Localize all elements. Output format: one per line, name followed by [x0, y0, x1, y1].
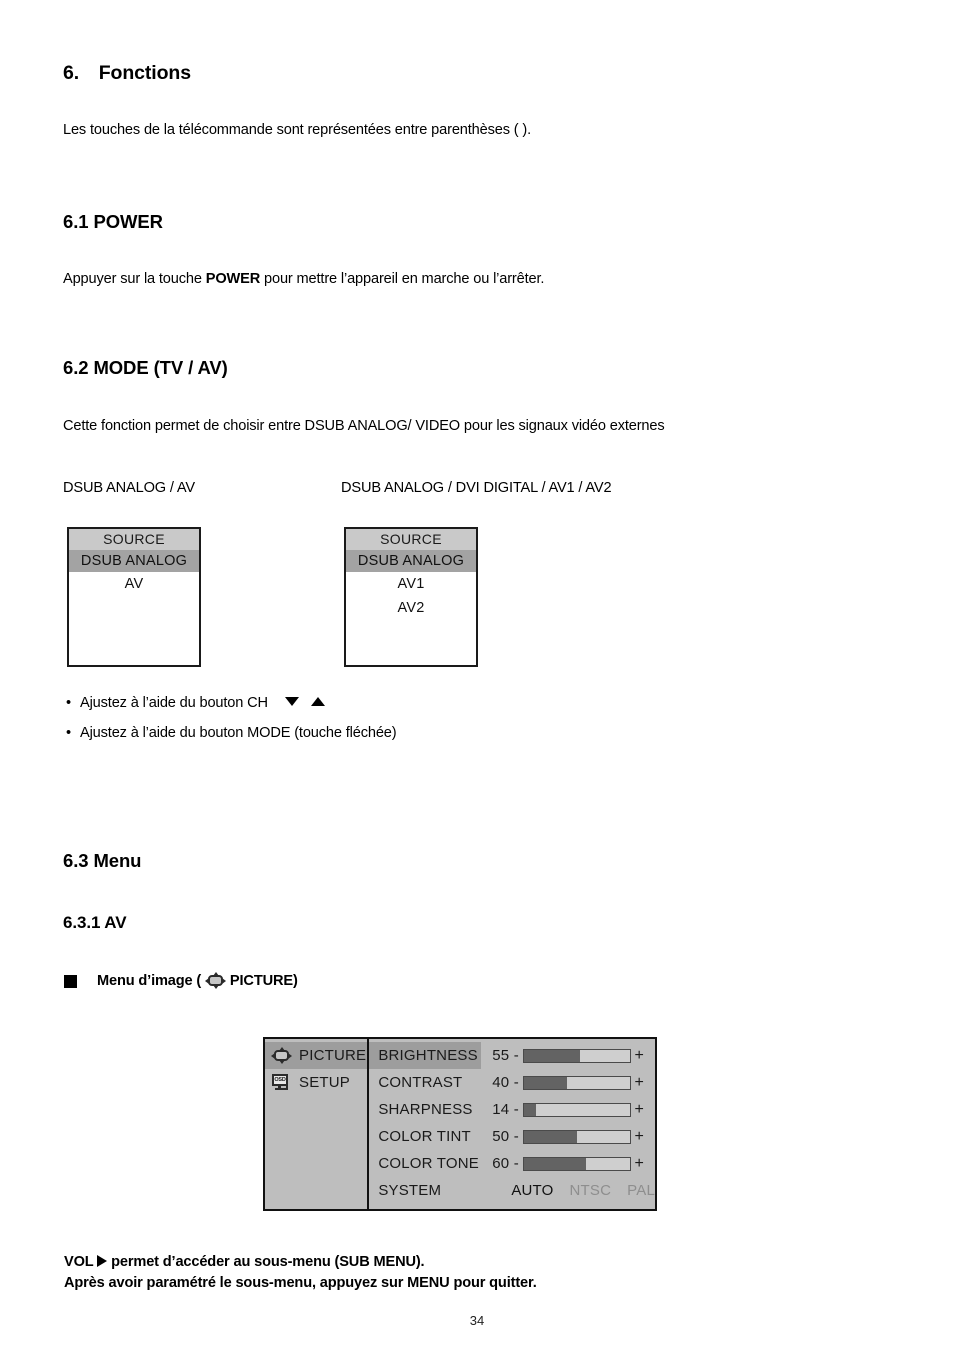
osd-sidebar-item-setup-label: SETUP: [299, 1074, 351, 1091]
osd-settings-list: BRIGHTNESS 55 - + CONTRAST 40 - + SHARPN…: [369, 1039, 655, 1209]
osd-row-brightness[interactable]: BRIGHTNESS 55 - +: [369, 1042, 655, 1069]
picture-icon: [271, 1047, 292, 1064]
osd-system-option-auto[interactable]: AUTO: [511, 1182, 553, 1199]
square-bullet-icon: [64, 975, 77, 988]
osd-row-color-tone-decrease[interactable]: -: [509, 1155, 523, 1172]
picture-menu-heading-before: Menu d’image (: [97, 973, 206, 989]
osd-row-color-tone-label: COLOR TONE: [378, 1155, 479, 1172]
heading-menu-av: 6.3.1 AV: [63, 913, 127, 932]
osd-system-option-pal[interactable]: PAL: [627, 1182, 655, 1199]
osd-row-sharpness-slider[interactable]: [523, 1102, 632, 1117]
footer-note-line1: VOL permet d’accéder au sous-menu (SUB M…: [64, 1254, 425, 1270]
osd-row-color-tone[interactable]: COLOR TONE 60 - +: [369, 1150, 655, 1177]
osd-row-system-label: SYSTEM: [378, 1182, 442, 1199]
heading-mode: 6.2 MODE (TV / AV): [63, 357, 228, 378]
triangle-up-icon: [310, 697, 325, 706]
source-menu-left-selected-item[interactable]: DSUB ANALOG: [69, 550, 199, 572]
footer-note-line2: Après avoir paramétré le sous-menu, appu…: [64, 1275, 537, 1291]
source-menu-right-title: SOURCE: [346, 529, 476, 550]
osd-row-color-tint-label: COLOR TINT: [378, 1128, 471, 1145]
picture-menu-heading-after: PICTURE): [226, 973, 298, 989]
osd-row-color-tone-value: 60: [492, 1155, 510, 1172]
osd-row-color-tone-increase[interactable]: +: [631, 1155, 647, 1173]
bullet-item-mode: • Ajustez à l’aide du bouton MODE (touche…: [66, 725, 397, 741]
power-text-before: Appuyer sur la touche: [63, 271, 206, 287]
osd-row-brightness-label: BRIGHTNESS: [369, 1042, 482, 1069]
osd-row-sharpness-decrease[interactable]: -: [509, 1101, 523, 1118]
footer-note-line1-before: VOL: [64, 1254, 98, 1270]
source-menu-right-selected-item[interactable]: DSUB ANALOG: [346, 550, 476, 572]
triangle-down-icon: [284, 697, 299, 706]
bullet-item-mode-label: Ajustez à l’aide du bouton MODE (touche …: [80, 725, 397, 741]
bullet-dot-icon: •: [66, 725, 71, 741]
osd-row-color-tint-increase[interactable]: +: [631, 1128, 647, 1146]
footer-note-line1-after: permet d’accéder au sous-menu (SUB MENU)…: [107, 1254, 425, 1270]
osd-row-sharpness-value: 14: [492, 1101, 510, 1118]
page-title: 6. Fonctions: [63, 62, 191, 85]
mode-description: Cette fonction permet de choisir entre D…: [63, 418, 665, 434]
osd-row-color-tint-decrease[interactable]: -: [509, 1128, 523, 1145]
caption-source-right: DSUB ANALOG / DVI DIGITAL / AV1 / AV2: [341, 480, 612, 496]
osd-row-color-tint-slider[interactable]: [523, 1129, 632, 1144]
osd-row-contrast-decrease[interactable]: -: [509, 1074, 523, 1091]
page-number: 34: [469, 1313, 485, 1328]
osd-row-brightness-value: 55: [492, 1047, 510, 1064]
power-paragraph: Appuyer sur la touche POWER pour mettre …: [63, 271, 544, 287]
section-number: 6.: [63, 62, 80, 84]
osd-row-color-tone-slider[interactable]: [523, 1156, 632, 1171]
heading-menu: 6.3 Menu: [63, 850, 142, 871]
source-menu-right: SOURCE DSUB ANALOG AV1 AV2: [344, 527, 478, 667]
osd-system-options: AUTO NTSC PAL: [511, 1182, 655, 1199]
intro-paragraph: Les touches de la télécommande sont repr…: [63, 122, 531, 138]
osd-row-contrast-label: CONTRAST: [378, 1074, 463, 1091]
osd-sidebar-item-picture-label: PICTURE: [299, 1047, 367, 1064]
osd-row-contrast-value: 40: [492, 1074, 510, 1091]
osd-row-contrast[interactable]: CONTRAST 40 - +: [369, 1069, 655, 1096]
bullet-item-ch: • Ajustez à l’aide du bouton CH: [66, 695, 325, 711]
osd-row-contrast-increase[interactable]: +: [631, 1074, 647, 1092]
document-page: 6. Fonctions Les touches de la télécomma…: [0, 0, 954, 1354]
osd-sidebar: PICTURE OSD SETUP: [265, 1039, 370, 1209]
osd-picture-menu: PICTURE OSD SETUP BRIGHTNESS 55 - + CONT…: [263, 1037, 657, 1211]
power-keyword: POWER: [205, 271, 261, 287]
osd-row-sharpness[interactable]: SHARPNESS 14 - +: [369, 1096, 655, 1123]
osd-sidebar-item-setup[interactable]: OSD SETUP: [265, 1069, 367, 1096]
bullet-item-ch-label: Ajustez à l’aide du bouton CH: [80, 695, 268, 711]
picture-menu-heading: Menu d’image ( PICTURE): [97, 972, 298, 989]
osd-row-sharpness-increase[interactable]: +: [631, 1101, 647, 1119]
source-menu-right-item-av2[interactable]: AV2: [346, 596, 476, 620]
triangle-right-icon: [97, 1255, 108, 1267]
osd-row-brightness-increase[interactable]: +: [631, 1047, 647, 1065]
source-menu-left-item-av[interactable]: AV: [69, 572, 199, 596]
caption-source-left: DSUB ANALOG / AV: [63, 480, 195, 496]
power-text-after: pour mettre l’appareil en marche ou l’ar…: [260, 271, 545, 287]
source-menu-left: SOURCE DSUB ANALOG AV: [67, 527, 201, 667]
osd-row-contrast-slider[interactable]: [523, 1075, 632, 1090]
osd-sidebar-item-picture[interactable]: PICTURE: [265, 1042, 368, 1069]
osd-row-color-tint-value: 50: [492, 1128, 510, 1145]
osd-row-brightness-decrease[interactable]: -: [509, 1047, 523, 1064]
osd-icon: OSD: [271, 1074, 292, 1091]
osd-row-brightness-slider[interactable]: [523, 1048, 632, 1063]
osd-row-color-tint[interactable]: COLOR TINT 50 - +: [369, 1123, 655, 1150]
osd-system-option-ntsc[interactable]: NTSC: [570, 1182, 612, 1199]
section-title: Fonctions: [98, 62, 191, 84]
source-menu-left-title: SOURCE: [69, 529, 199, 550]
bullet-dot-icon: •: [66, 695, 71, 711]
heading-power: 6.1 POWER: [63, 211, 163, 232]
source-menu-right-item-av1[interactable]: AV1: [346, 572, 476, 596]
picture-icon: [205, 972, 227, 989]
osd-row-sharpness-label: SHARPNESS: [378, 1101, 473, 1118]
osd-row-system[interactable]: SYSTEM AUTO NTSC PAL: [369, 1177, 655, 1204]
